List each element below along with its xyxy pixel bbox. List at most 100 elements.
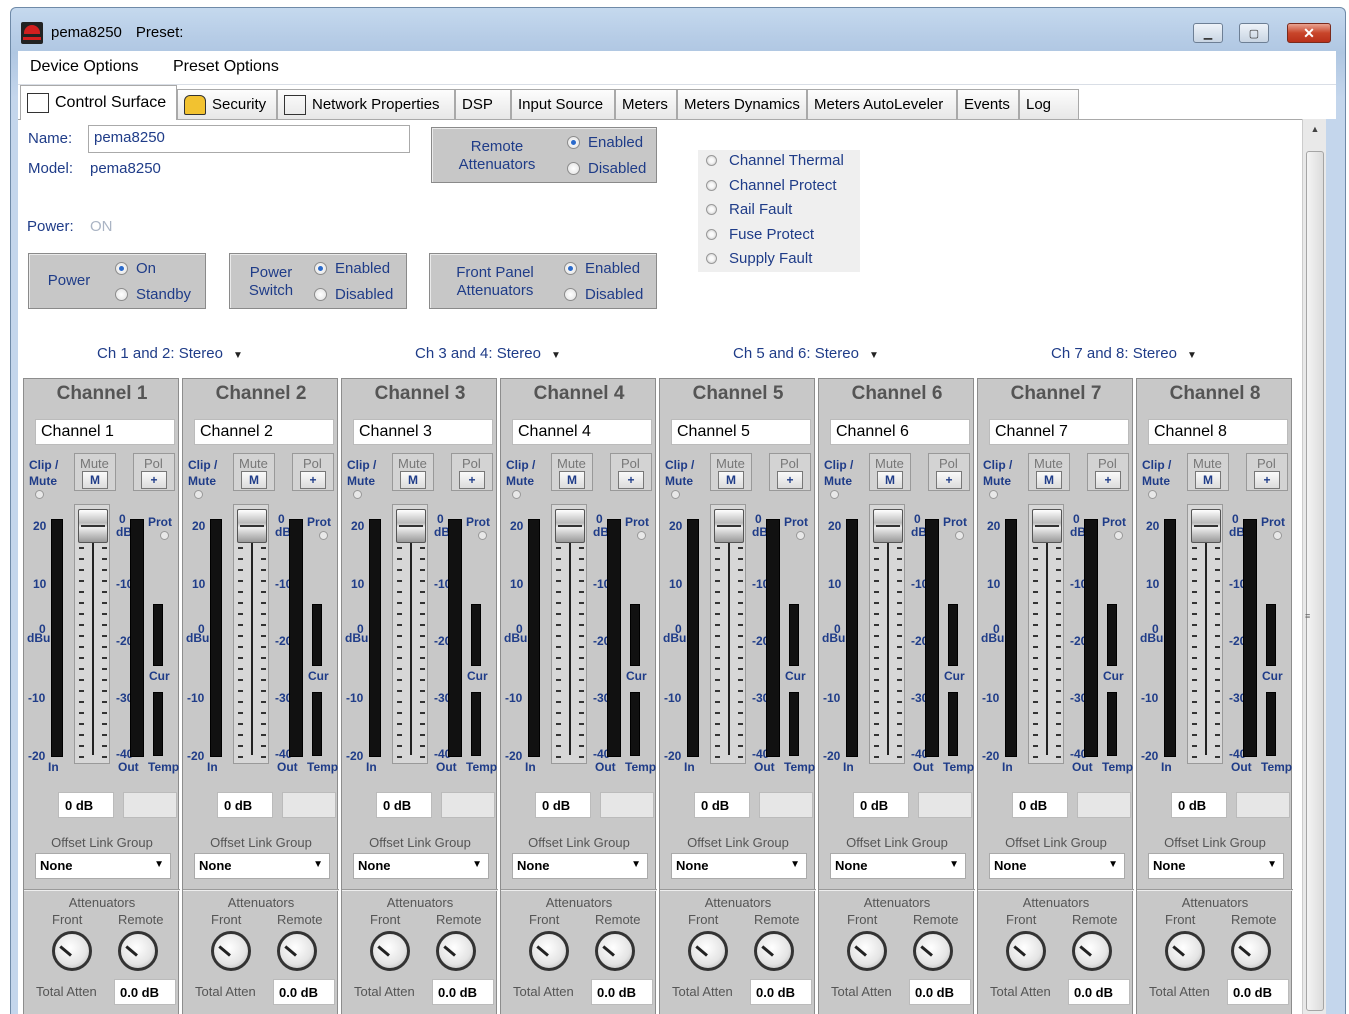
gain-value-input[interactable]: 0 dB — [217, 792, 273, 818]
gain-value-input[interactable]: 0 dB — [1171, 792, 1227, 818]
tab-meters-dynamics[interactable]: Meters Dynamics — [677, 89, 807, 119]
minimize-button[interactable]: ▁ — [1193, 23, 1223, 43]
front-attenuator-knob-icon[interactable] — [1006, 931, 1046, 971]
chevron-down-icon[interactable]: ▼ — [551, 350, 561, 361]
front-attenuator-knob-icon[interactable] — [370, 931, 410, 971]
front-attenuator-knob-icon[interactable] — [847, 931, 887, 971]
mute-button[interactable]: M — [400, 471, 426, 489]
chevron-down-icon[interactable]: ▼ — [869, 350, 879, 361]
scrollbar-thumb[interactable] — [1306, 151, 1324, 1011]
polarity-button[interactable]: + — [618, 471, 644, 489]
polarity-button[interactable]: + — [1254, 471, 1280, 489]
remote-attenuator-knob-icon[interactable] — [1072, 931, 1112, 971]
fader-handle-icon[interactable] — [396, 509, 426, 543]
channel-name-input[interactable]: Channel 7 — [989, 419, 1129, 445]
pair-mode[interactable]: Stereo — [1133, 345, 1177, 362]
pair-mode[interactable]: Stereo — [179, 345, 223, 362]
power-switch-disabled-radio[interactable]: Disabled — [314, 286, 393, 303]
gain-fader[interactable] — [551, 504, 587, 764]
front-panel-disabled-radio[interactable]: Disabled — [564, 286, 643, 303]
pair-mode[interactable]: Stereo — [497, 345, 541, 362]
power-standby-radio[interactable]: Standby — [115, 286, 191, 303]
mute-button[interactable]: M — [877, 471, 903, 489]
gain-fader[interactable] — [233, 504, 269, 764]
offset-link-group-select[interactable]: None ▼ — [671, 853, 807, 879]
offset-link-group-select[interactable]: None ▼ — [830, 853, 966, 879]
gain-value-input[interactable]: 0 dB — [58, 792, 114, 818]
close-button[interactable]: ✕ — [1287, 23, 1331, 43]
chevron-down-icon[interactable]: ▼ — [233, 350, 243, 361]
mute-button[interactable]: M — [241, 471, 267, 489]
remote-attenuators-disabled-radio[interactable]: Disabled — [567, 160, 646, 177]
front-attenuator-knob-icon[interactable] — [688, 931, 728, 971]
tab-control-surface[interactable]: Control Surface — [20, 85, 177, 120]
gain-fader[interactable] — [74, 504, 110, 764]
remote-attenuator-knob-icon[interactable] — [595, 931, 635, 971]
gain-value-input[interactable]: 0 dB — [853, 792, 909, 818]
scroll-up-icon[interactable]: ▲ — [1303, 119, 1327, 139]
gain-fader[interactable] — [392, 504, 428, 764]
mute-button[interactable]: M — [82, 471, 108, 489]
polarity-button[interactable]: + — [936, 471, 962, 489]
maximize-button[interactable]: ▢ — [1239, 23, 1269, 43]
power-on-radio[interactable]: On — [115, 260, 156, 277]
chevron-down-icon[interactable]: ▼ — [1187, 350, 1197, 361]
front-attenuator-knob-icon[interactable] — [529, 931, 569, 971]
fader-handle-icon[interactable] — [873, 509, 903, 543]
power-switch-enabled-radio[interactable]: Enabled — [314, 260, 390, 277]
menu-preset-options[interactable]: Preset Options — [173, 58, 279, 76]
tab-meters-autoleveler[interactable]: Meters AutoLeveler — [807, 89, 957, 119]
polarity-button[interactable]: + — [777, 471, 803, 489]
mute-button[interactable]: M — [1195, 471, 1221, 489]
tab-meters[interactable]: Meters — [615, 89, 677, 119]
gain-fader[interactable] — [1028, 504, 1064, 764]
channel-name-input[interactable]: Channel 2 — [194, 419, 334, 445]
fader-handle-icon[interactable] — [78, 509, 108, 543]
polarity-button[interactable]: + — [1095, 471, 1121, 489]
remote-attenuator-knob-icon[interactable] — [118, 931, 158, 971]
tab-security[interactable]: Security — [177, 89, 277, 119]
channel-name-input[interactable]: Channel 6 — [830, 419, 970, 445]
fader-handle-icon[interactable] — [714, 509, 744, 543]
offset-link-group-select[interactable]: None ▼ — [1148, 853, 1284, 879]
remote-attenuator-knob-icon[interactable] — [913, 931, 953, 971]
tab-log[interactable]: Log — [1019, 89, 1079, 119]
offset-link-group-select[interactable]: None ▼ — [989, 853, 1125, 879]
gain-fader[interactable] — [1187, 504, 1223, 764]
front-attenuator-knob-icon[interactable] — [211, 931, 251, 971]
remote-attenuator-knob-icon[interactable] — [1231, 931, 1271, 971]
front-attenuator-knob-icon[interactable] — [1165, 931, 1205, 971]
gain-value-input[interactable]: 0 dB — [376, 792, 432, 818]
front-attenuator-knob-icon[interactable] — [52, 931, 92, 971]
offset-link-group-select[interactable]: None ▼ — [35, 853, 171, 879]
fader-handle-icon[interactable] — [1032, 509, 1062, 543]
gain-value-input[interactable]: 0 dB — [1012, 792, 1068, 818]
mute-button[interactable]: M — [1036, 471, 1062, 489]
offset-link-group-select[interactable]: None ▼ — [194, 853, 330, 879]
offset-link-group-select[interactable]: None ▼ — [353, 853, 489, 879]
channel-name-input[interactable]: Channel 4 — [512, 419, 652, 445]
polarity-button[interactable]: + — [300, 471, 326, 489]
gain-fader[interactable] — [710, 504, 746, 764]
device-name-input[interactable]: pema8250 — [88, 125, 410, 153]
channel-name-input[interactable]: Channel 5 — [671, 419, 811, 445]
mute-button[interactable]: M — [559, 471, 585, 489]
tab-input-source[interactable]: Input Source — [511, 89, 615, 119]
channel-name-input[interactable]: Channel 1 — [35, 419, 175, 445]
mute-button[interactable]: M — [718, 471, 744, 489]
remote-attenuator-knob-icon[interactable] — [436, 931, 476, 971]
gain-value-input[interactable]: 0 dB — [535, 792, 591, 818]
remote-attenuators-enabled-radio[interactable]: Enabled — [567, 134, 643, 151]
remote-attenuator-knob-icon[interactable] — [277, 931, 317, 971]
fader-handle-icon[interactable] — [1191, 509, 1221, 543]
channel-name-input[interactable]: Channel 8 — [1148, 419, 1288, 445]
fader-handle-icon[interactable] — [237, 509, 267, 543]
vertical-scrollbar[interactable]: ▲ ≡ — [1302, 119, 1326, 1014]
front-panel-enabled-radio[interactable]: Enabled — [564, 260, 640, 277]
tab-dsp[interactable]: DSP — [455, 89, 511, 119]
remote-attenuator-knob-icon[interactable] — [754, 931, 794, 971]
offset-link-group-select[interactable]: None ▼ — [512, 853, 648, 879]
channel-name-input[interactable]: Channel 3 — [353, 419, 493, 445]
fader-handle-icon[interactable] — [555, 509, 585, 543]
polarity-button[interactable]: + — [141, 471, 167, 489]
